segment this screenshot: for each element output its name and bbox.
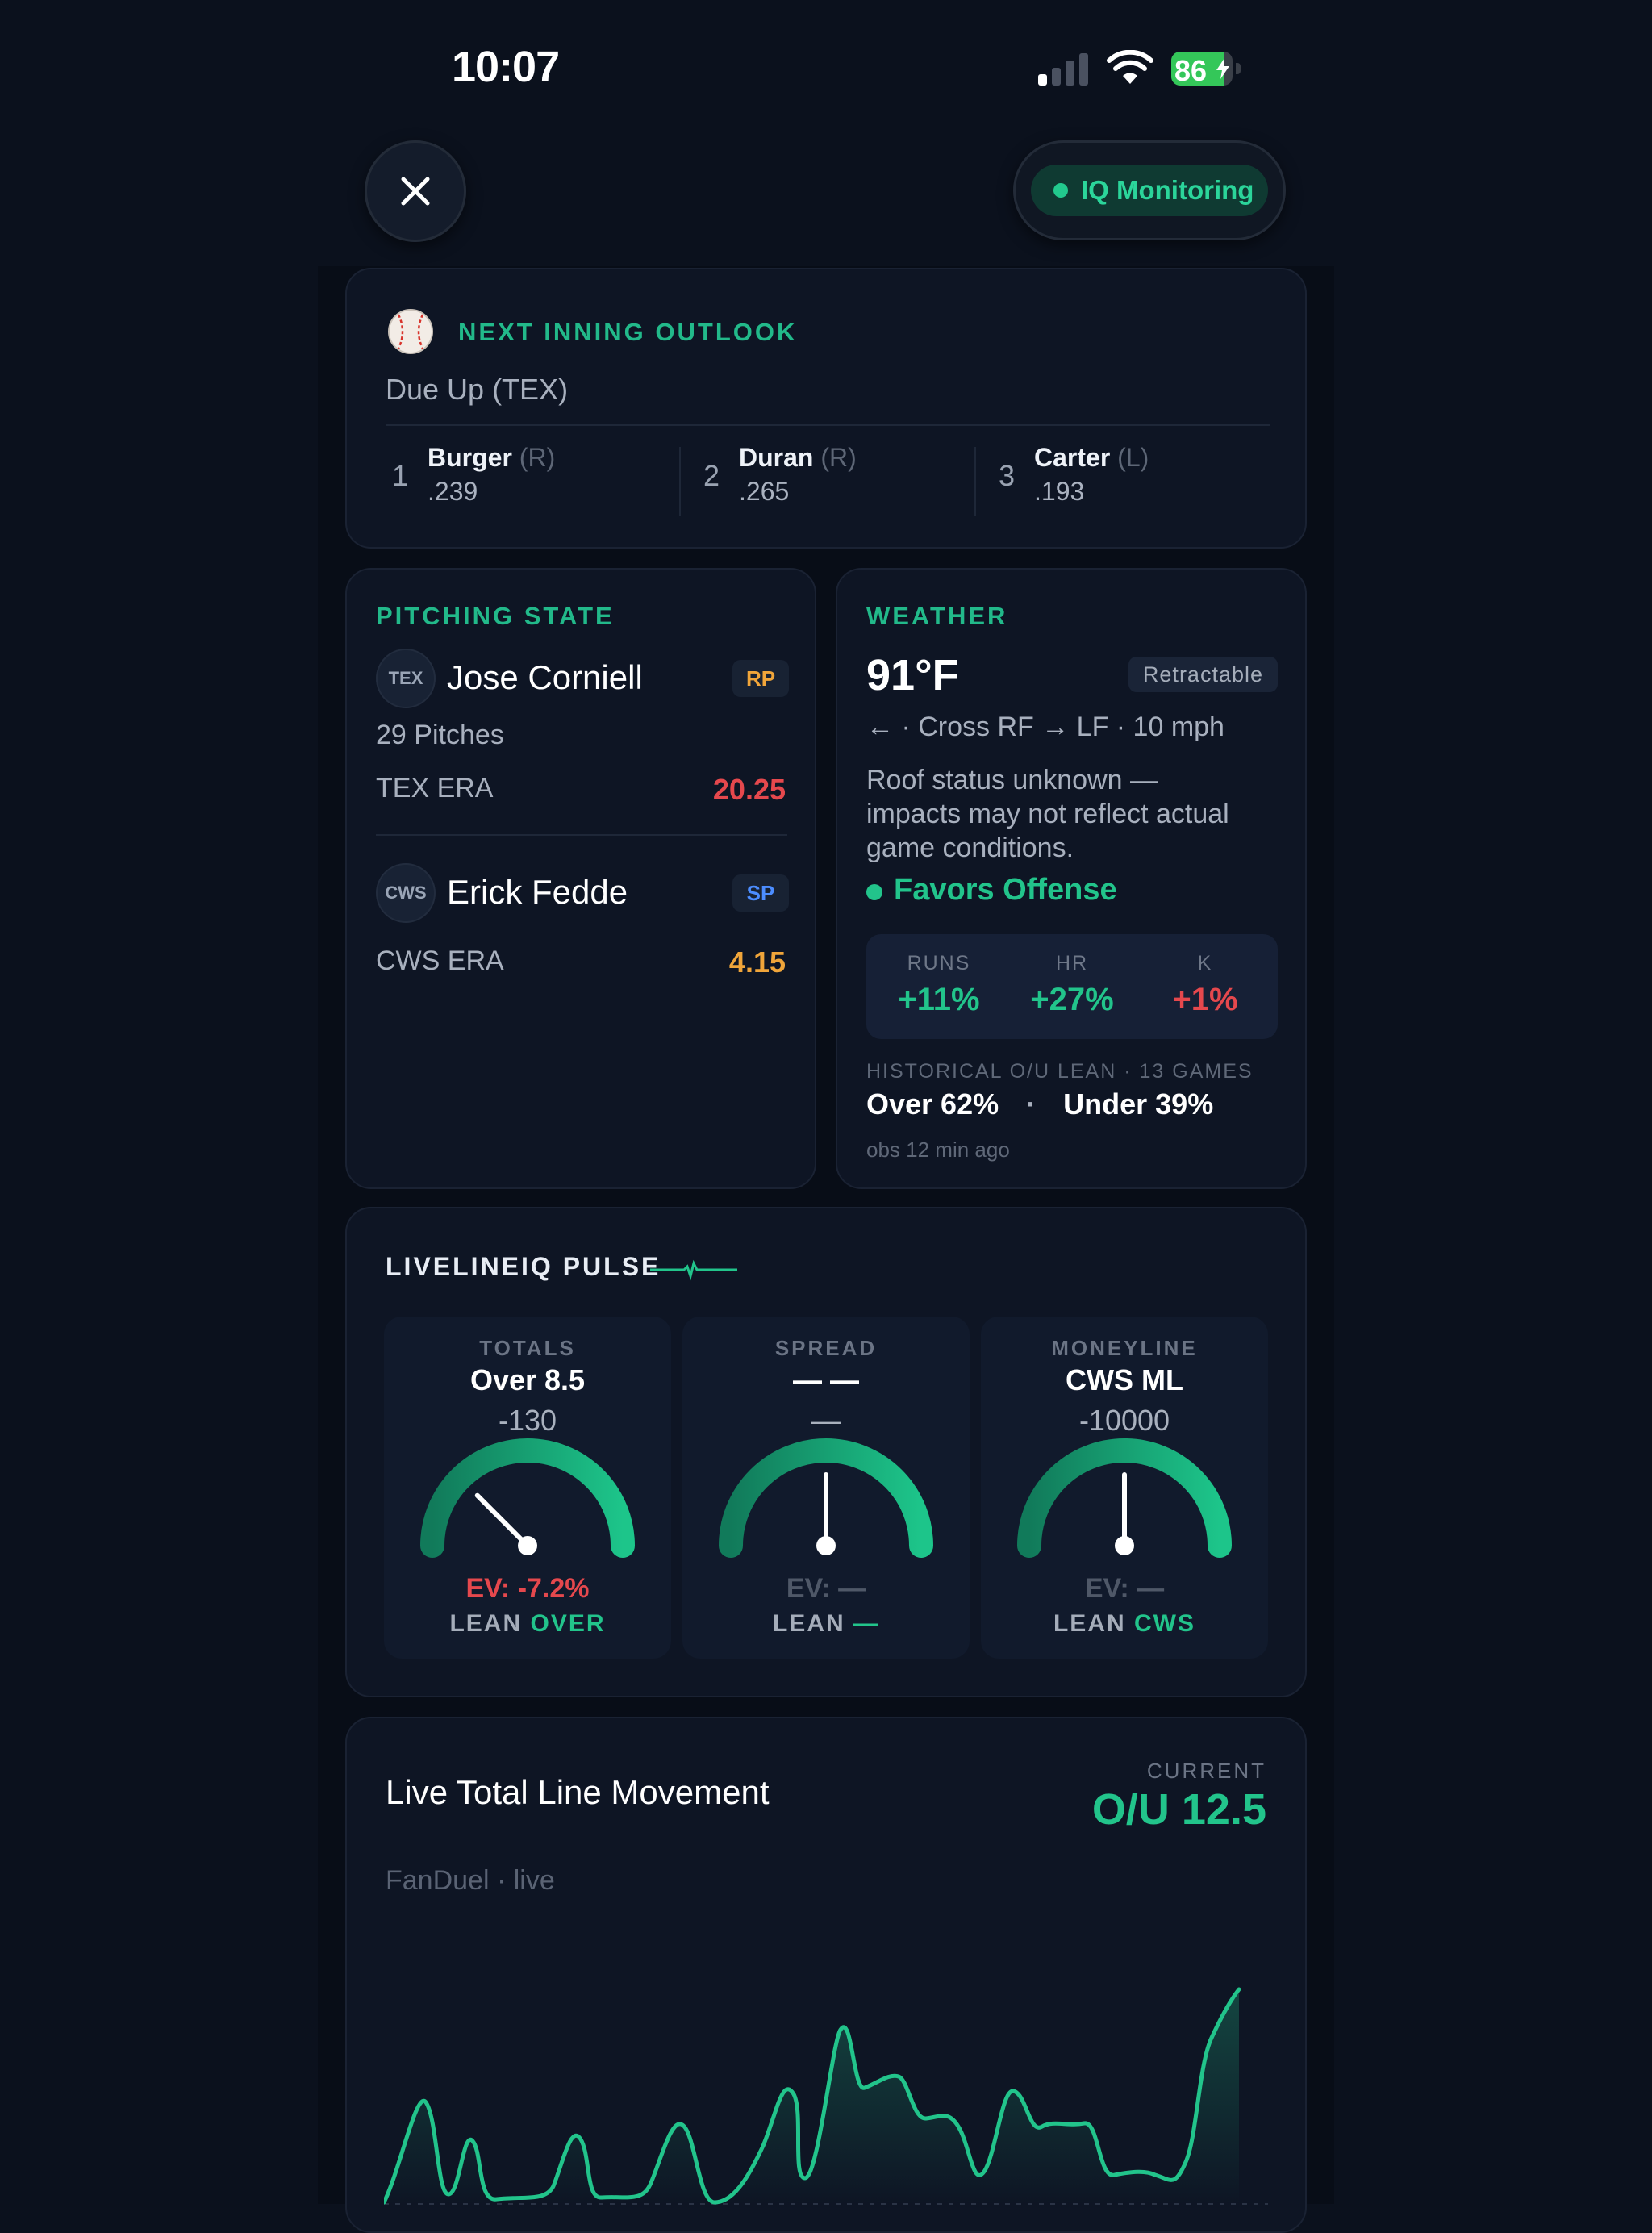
batter-hand: (L) bbox=[1117, 443, 1149, 472]
battery-icon: 86 bbox=[1171, 52, 1244, 86]
role-tag-rp: RP bbox=[732, 660, 789, 697]
gauge-moneyline[interactable]: MONEYLINE CWS ML -10000 EV: — LEAN CWS bbox=[981, 1317, 1268, 1659]
weather-impact-metrics: RUNS +11% HR +27% K +1% bbox=[866, 934, 1278, 1039]
batter-hand: (R) bbox=[820, 443, 857, 472]
cellular-signal-icon bbox=[1038, 52, 1090, 86]
historical-label: HISTORICAL O/U LEAN · 13 GAMES bbox=[866, 1060, 1254, 1083]
pitch-count: 29 Pitches bbox=[376, 720, 504, 750]
gauge-ev: EV: -7.2% bbox=[465, 1573, 590, 1604]
iq-monitoring-button[interactable]: IQ Monitoring bbox=[1013, 140, 1286, 240]
team-badge-tex: TEX bbox=[376, 649, 436, 708]
divider bbox=[679, 447, 681, 516]
gauge-hub bbox=[518, 1536, 537, 1555]
batter-avg: .265 bbox=[739, 477, 790, 506]
gauge-odds: — bbox=[811, 1404, 841, 1437]
gauge-pick: — — bbox=[792, 1363, 859, 1396]
close-icon bbox=[401, 177, 430, 206]
metric-runs: RUNS +11% bbox=[898, 952, 980, 1017]
batter-hand: (R) bbox=[519, 443, 556, 472]
opponent-pitcher-name: Erick Fedde bbox=[447, 873, 628, 911]
gauge-ev: EV: — bbox=[786, 1573, 866, 1604]
weather-title: WEATHER bbox=[866, 602, 1008, 630]
status-time: 10:07 bbox=[452, 43, 560, 91]
pitching-state-card: PITCHING STATE TEX Jose Corniell RP 29 P… bbox=[345, 568, 816, 1189]
divider bbox=[386, 424, 1270, 426]
over-percent: Over 62% bbox=[866, 1087, 999, 1121]
line-movement-chart bbox=[384, 1987, 1268, 2205]
batter-avg: .193 bbox=[1034, 477, 1085, 506]
charging-bolt-icon bbox=[1216, 58, 1229, 79]
wifi-icon bbox=[1107, 50, 1153, 84]
batter-name: Duran bbox=[739, 443, 814, 472]
observation-time: obs 12 min ago bbox=[866, 1137, 1010, 1162]
roof-note: Roof status unknown — impacts may not re… bbox=[866, 765, 1229, 863]
gauge-spread[interactable]: SPREAD — — — EV: — LEAN — bbox=[682, 1317, 970, 1659]
batter-avg: .239 bbox=[428, 477, 478, 506]
cws-era-value: 4.15 bbox=[728, 945, 786, 979]
gauge-lean: LEAN — bbox=[772, 1610, 879, 1637]
gauge-ev: EV: — bbox=[1084, 1573, 1165, 1604]
live-status-dot bbox=[1053, 183, 1068, 198]
next-inning-title: NEXT INNING OUTLOOK bbox=[458, 318, 798, 346]
data-source: FanDuel · live bbox=[386, 1865, 555, 1896]
gauge-odds: -10000 bbox=[1078, 1404, 1170, 1437]
battery-percent: 86 bbox=[1174, 54, 1208, 86]
weather-verdict: Favors Offense bbox=[894, 873, 1117, 907]
batter-name: Burger bbox=[428, 443, 512, 472]
temperature: 91°F bbox=[866, 651, 959, 699]
gauge-dial bbox=[420, 1438, 635, 1558]
verdict-dot bbox=[866, 884, 882, 900]
gauge-lean: LEAN CWS bbox=[1053, 1610, 1195, 1637]
pitching-state-title: PITCHING STATE bbox=[376, 602, 615, 630]
gauge-pick: CWS ML bbox=[1066, 1363, 1183, 1396]
gauge-totals[interactable]: TOTALS Over 8.5 -130 EV: -7.2% LEAN OVER bbox=[384, 1317, 671, 1659]
metric-k: K +1% bbox=[1172, 952, 1238, 1017]
close-button[interactable] bbox=[365, 140, 466, 242]
gauge-hub bbox=[816, 1536, 836, 1555]
gauge-title: SPREAD bbox=[774, 1336, 878, 1360]
gauge-arc bbox=[420, 1438, 635, 1558]
historical-lean: Over 62% · Under 39% bbox=[866, 1087, 1214, 1121]
tex-era-label: TEX ERA bbox=[376, 773, 494, 803]
under-percent: Under 39% bbox=[1063, 1087, 1214, 1121]
gauge-odds: -130 bbox=[498, 1404, 557, 1437]
gauge-needle bbox=[474, 1492, 530, 1548]
current-label: CURRENT bbox=[1146, 1759, 1266, 1783]
tex-era-value: 20.25 bbox=[712, 773, 786, 806]
baseball-icon bbox=[388, 309, 433, 354]
line-movement-title: Live Total Line Movement bbox=[386, 1773, 770, 1811]
pulse-title: LIVELINEIQ PULSE bbox=[386, 1252, 661, 1281]
gauge-title: MONEYLINE bbox=[1051, 1336, 1198, 1360]
gauge-lean: LEAN OVER bbox=[449, 1610, 606, 1637]
iq-monitoring-label: IQ Monitoring bbox=[1081, 175, 1254, 205]
role-tag-sp: SP bbox=[732, 874, 789, 912]
metric-hr: HR +27% bbox=[1030, 952, 1114, 1017]
next-inning-card: NEXT INNING OUTLOOK Due Up (TEX) 1 Burge… bbox=[345, 268, 1307, 549]
due-up-label: Due Up (TEX) bbox=[386, 373, 569, 406]
gauge-dial bbox=[719, 1438, 933, 1558]
weather-card: WEATHER 91°F Retractable ← · Cross RF → … bbox=[836, 568, 1307, 1189]
line-movement-card: Live Total Line Movement CURRENT O/U 12.… bbox=[345, 1717, 1307, 2233]
divider bbox=[376, 834, 787, 836]
current-pitcher-name: Jose Corniell bbox=[447, 658, 643, 696]
wind-info: ← · Cross RF → LF · 10 mph bbox=[866, 712, 1224, 742]
pulse-wave-icon bbox=[650, 1259, 737, 1281]
gauge-title: TOTALS bbox=[479, 1336, 576, 1360]
gauge-hub bbox=[1115, 1536, 1134, 1555]
divider bbox=[974, 447, 976, 516]
gauge-pick: Over 8.5 bbox=[469, 1363, 586, 1396]
gauge-dial bbox=[1017, 1438, 1232, 1558]
team-badge-cws: CWS bbox=[376, 863, 436, 923]
cws-era-label: CWS ERA bbox=[376, 945, 504, 976]
batter-name: Carter bbox=[1034, 443, 1111, 472]
roof-tag: Retractable bbox=[1128, 657, 1278, 692]
line-movement-series bbox=[384, 1987, 1241, 2205]
current-line-value: O/U 12.5 bbox=[1091, 1785, 1266, 1834]
